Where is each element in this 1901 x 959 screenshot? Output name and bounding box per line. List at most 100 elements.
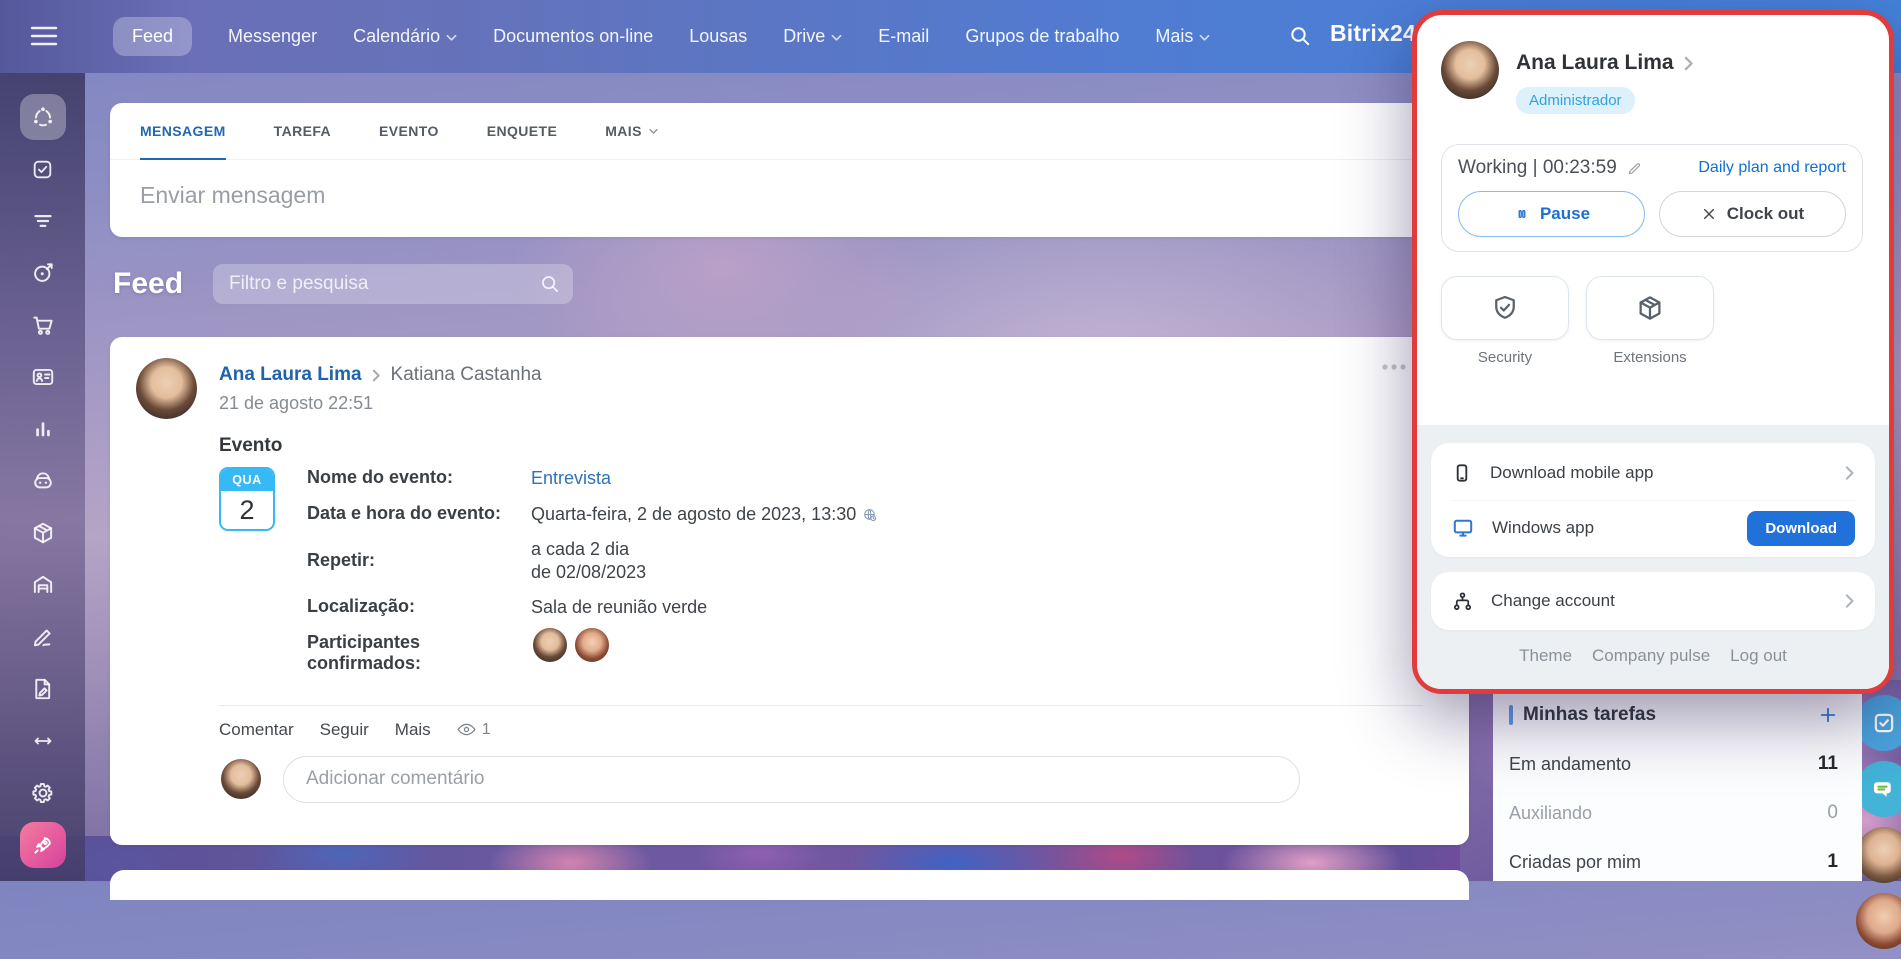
sidebar-item-analytics[interactable]: [20, 406, 66, 452]
profile-name-link[interactable]: Ana Laura Lima: [1516, 51, 1674, 75]
dock-user-avatar[interactable]: [1856, 827, 1901, 883]
nav-item-messenger[interactable]: Messenger: [228, 26, 317, 47]
sidebar-item-resize[interactable]: [20, 718, 66, 764]
add-task-icon[interactable]: [1818, 705, 1838, 725]
comment-action[interactable]: Comentar: [219, 720, 294, 740]
tab-more[interactable]: MAIS: [605, 103, 658, 159]
eye-icon: [457, 722, 476, 737]
tasks-row-in-progress[interactable]: Em andamento 11: [1509, 753, 1838, 775]
post-type-label: Evento: [219, 435, 1443, 457]
sidebar-item-warehouse[interactable]: [20, 562, 66, 608]
nav-item-email[interactable]: E-mail: [878, 26, 929, 47]
sidebar-item-company[interactable]: [20, 354, 66, 400]
more-action[interactable]: Mais: [395, 720, 431, 740]
current-user-avatar: [221, 759, 261, 799]
participant-avatar[interactable]: [573, 626, 611, 664]
chevron-right-icon: [1845, 465, 1855, 481]
field-label: Repetir:: [307, 550, 531, 571]
nav-item-workgroups[interactable]: Grupos de trabalho: [965, 26, 1119, 47]
follow-action[interactable]: Seguir: [320, 720, 369, 740]
post-author-link[interactable]: Ana Laura Lima: [219, 364, 362, 386]
nav-item-online-docs[interactable]: Documentos on-line: [493, 26, 653, 47]
tasks-row-label: Auxiliando: [1509, 803, 1592, 824]
quick-tiles: Security Extensions: [1441, 276, 1863, 366]
tab-label: EVENTO: [379, 123, 439, 139]
tasks-row-label: Criadas por mim: [1509, 852, 1641, 873]
tile-label: Extensions: [1586, 349, 1714, 366]
download-mobile-app-row[interactable]: Download mobile app: [1451, 445, 1855, 500]
contact-card-icon: [30, 364, 56, 390]
search-icon[interactable]: [1288, 24, 1312, 48]
close-icon: [1701, 206, 1717, 222]
menu-hamburger-icon[interactable]: [30, 24, 58, 48]
desktop-monitor-icon: [1451, 516, 1475, 540]
robot-icon: [30, 468, 56, 494]
chevron-down-icon: [831, 34, 842, 42]
tab-poll[interactable]: ENQUETE: [487, 103, 557, 159]
send-message-input[interactable]: Enviar mensagem: [110, 160, 1469, 231]
daily-plan-link[interactable]: Daily plan and report: [1698, 159, 1846, 177]
change-account-row[interactable]: Change account: [1451, 574, 1855, 628]
sidebar-item-e-sign[interactable]: [20, 614, 66, 660]
field-label: Localização:: [307, 596, 531, 619]
tasks-row-assisting[interactable]: Auxiliando 0: [1509, 802, 1838, 824]
tasks-row-created-by-me[interactable]: Criadas por mim 1: [1509, 851, 1838, 873]
feed-header-row: Feed: [113, 264, 573, 304]
sidebar-item-live-feed[interactable]: [20, 94, 66, 140]
left-sidebar: [0, 73, 85, 881]
tile-label: Security: [1441, 349, 1569, 366]
download-button[interactable]: Download: [1747, 511, 1855, 546]
tab-task[interactable]: TAREFA: [274, 103, 331, 159]
sidebar-item-market[interactable]: [20, 510, 66, 556]
sidebar-item-settings[interactable]: [20, 770, 66, 816]
nav-item-label: Documentos on-line: [493, 26, 653, 47]
log-out-link[interactable]: Log out: [1730, 646, 1787, 666]
theme-link[interactable]: Theme: [1519, 646, 1572, 666]
filter-search-input[interactable]: [213, 264, 573, 304]
brand-logo[interactable]: Bitrix24: [1330, 20, 1416, 47]
sidebar-item-tasks[interactable]: [20, 146, 66, 192]
event-field-datetime: Data e hora do evento: Quarta-feira, 2 d…: [307, 503, 1443, 526]
accounts-network-icon: [1451, 590, 1474, 613]
company-pulse-link[interactable]: Company pulse: [1592, 646, 1710, 666]
warehouse-icon: [30, 572, 56, 598]
tab-event[interactable]: EVENTO: [379, 103, 439, 159]
extensions-tile[interactable]: Extensions: [1586, 276, 1714, 366]
sidebar-item-sales[interactable]: [20, 302, 66, 348]
pause-button[interactable]: Pause: [1458, 191, 1645, 237]
clock-out-button[interactable]: Clock out: [1659, 191, 1846, 237]
marketing-target-icon: [30, 260, 56, 286]
sidebar-item-upgrade[interactable]: [20, 822, 66, 868]
nav-item-label: E-mail: [878, 26, 929, 47]
sidebar-item-documents[interactable]: [20, 666, 66, 712]
edit-pencil-icon[interactable]: [1626, 160, 1643, 177]
security-tile[interactable]: Security: [1441, 276, 1569, 366]
nav-item-label: Lousas: [689, 26, 747, 47]
live-feed-icon: [30, 104, 56, 130]
author-avatar[interactable]: [136, 358, 197, 419]
search-icon[interactable]: [539, 273, 561, 295]
sidebar-item-marketing[interactable]: [20, 250, 66, 296]
nav-item-drive[interactable]: Drive: [783, 26, 842, 47]
post-recipient-link[interactable]: Katiana Castanha: [391, 364, 542, 386]
dock-user-avatar[interactable]: [1856, 893, 1901, 949]
tab-message[interactable]: MENSAGEM: [140, 103, 226, 159]
event-name-link[interactable]: Entrevista: [531, 467, 611, 490]
nav-item-calendar[interactable]: Calendário: [353, 26, 457, 47]
sidebar-item-crm[interactable]: [20, 198, 66, 244]
sidebar-item-copilot[interactable]: [20, 458, 66, 504]
post-menu-icon[interactable]: [1381, 363, 1407, 371]
composer-tabs: MENSAGEM TAREFA EVENTO ENQUETE MAIS: [110, 103, 1469, 160]
dock-tasks-button[interactable]: [1856, 695, 1901, 751]
add-comment-input[interactable]: [283, 756, 1300, 803]
profile-avatar[interactable]: [1441, 41, 1499, 99]
nav-item-boards[interactable]: Lousas: [689, 26, 747, 47]
post-divider: [219, 705, 1423, 706]
apps-card: Download mobile app Windows app Download: [1431, 443, 1875, 557]
participant-avatar[interactable]: [531, 626, 569, 664]
nav-item-feed[interactable]: Feed: [113, 17, 192, 56]
nav-item-more[interactable]: Mais: [1155, 26, 1210, 47]
dock-messenger-button[interactable]: [1856, 761, 1901, 817]
windows-app-row[interactable]: Windows app Download: [1451, 500, 1855, 555]
field-label: Data e hora do evento:: [307, 503, 531, 526]
